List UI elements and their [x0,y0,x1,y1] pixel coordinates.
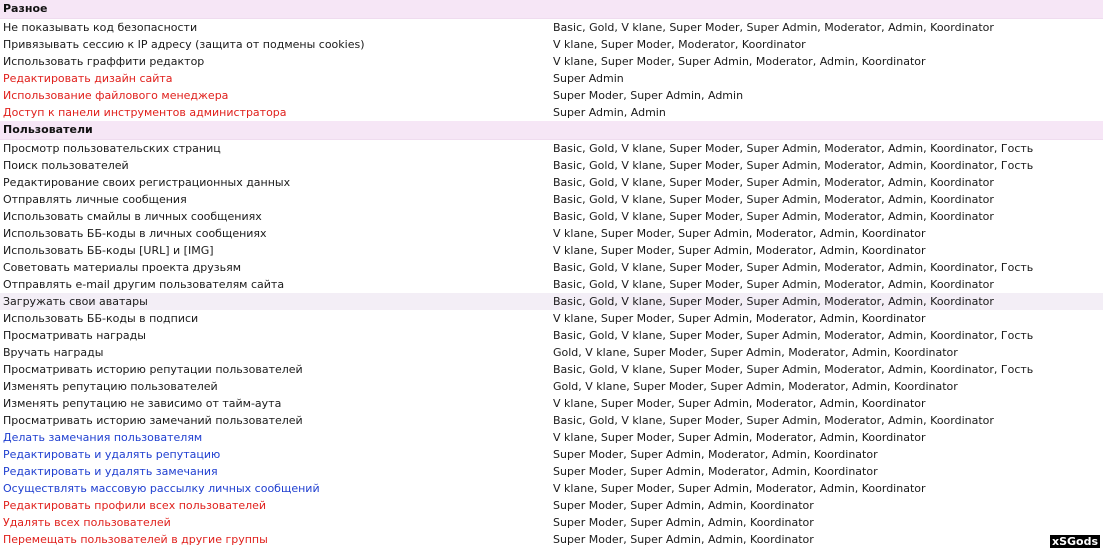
permission-label: Использовать ББ-коды в подписи [3,312,199,325]
permission-row: Отправлять e-mail другим пользователям с… [0,276,1103,293]
permission-groups: Basic, Gold, V klane, Super Moder, Super… [553,159,1034,172]
permission-groups: Basic, Gold, V klane, Super Moder, Super… [553,414,994,427]
permission-row: Осуществлять массовую рассылку личных со… [0,480,1103,497]
permission-groups: Super Moder, Super Admin, Admin [553,89,744,102]
permission-row: Советовать материалы проекта друзьям Basi… [0,259,1103,276]
permission-groups: V klane, Super Moder, Super Admin, Moder… [553,431,926,444]
permission-groups: Basic, Gold, V klane, Super Moder, Super… [553,142,1034,155]
permission-groups: Basic, Gold, V klane, Super Moder, Super… [553,295,994,308]
permission-groups: V klane, Super Moder, Super Admin, Moder… [553,244,926,257]
permission-row: Редактировать и удалять замечания Super M… [0,463,1103,480]
permission-groups: Basic, Gold, V klane, Super Moder, Super… [553,193,994,206]
permission-label: Использовать граффити редактор [3,55,205,68]
permission-label: Осуществлять массовую рассылку личных со… [3,482,320,495]
permission-row: Не показывать код безопасности Basic, Gol… [0,19,1103,36]
permission-groups: Super Moder, Super Admin, Admin, Koordin… [553,499,814,512]
permission-groups: Super Admin, Admin [553,106,666,119]
permission-label: Загружать свои аватары [3,295,148,308]
permission-label: Просматривать награды [3,329,146,342]
section-header: Пользователи [0,121,1103,140]
permission-row: Редактировать профили всех пользователей… [0,497,1103,514]
permission-row: Изменять репутацию не зависимо от тайм-а… [0,395,1103,412]
permission-row: Просматривать историю замечаний пользова… [0,412,1103,429]
permission-groups: V klane, Super Moder, Moderator, Koordin… [553,38,806,51]
permission-groups: Basic, Gold, V klane, Super Moder, Super… [553,363,1034,376]
permission-label: Не показывать код безопасности [3,21,198,34]
permission-label: Редактировать профили всех пользователей [3,499,267,512]
permission-label: Просматривать историю замечаний пользова… [3,414,303,427]
permission-label: Вручать награды [3,346,104,359]
permission-row: Редактировать и удалять репутацию Super M… [0,446,1103,463]
permission-label: Советовать материалы проекта друзьям [3,261,242,274]
permission-row: Привязывать сессию к IP адресу (защита о… [0,36,1103,53]
permission-label: Редактировать и удалять замечания [3,465,218,478]
permission-label: Редактировать и удалять репутацию [3,448,221,461]
permission-row: Вручать награды Gold, V klane, Super Mode… [0,344,1103,361]
permission-row: Перемещать пользователей в другие группы… [0,531,1103,548]
permission-groups: V klane, Super Moder, Super Admin, Moder… [553,482,926,495]
permission-row: Делать замечания пользователям V klane, S… [0,429,1103,446]
permission-row: Редактировать дизайн сайта Super Admin [0,70,1103,87]
permission-groups: Basic, Gold, V klane, Super Moder, Super… [553,278,994,291]
permission-groups: V klane, Super Moder, Super Admin, Moder… [553,227,926,240]
permission-groups: V klane, Super Moder, Super Admin, Moder… [553,397,926,410]
permission-groups: Super Moder, Super Admin, Moderator, Adm… [553,465,878,478]
permission-row: Просмотр пользовательских страниц Basic, … [0,140,1103,157]
permission-row: Использование файлового менеджера Super M… [0,87,1103,104]
permission-groups: Basic, Gold, V klane, Super Moder, Super… [553,210,994,223]
permission-groups: Basic, Gold, V klane, Super Moder, Super… [553,329,1034,342]
permission-groups: V klane, Super Moder, Super Admin, Moder… [553,55,926,68]
permission-label: Доступ к панели инструментов администрат… [3,106,287,119]
permission-label: Просмотр пользовательских страниц [3,142,221,155]
permissions-table: Разное Не показывать код безопасности Basi… [0,0,1103,548]
permission-row: Просматривать награды Basic, Gold, V klan… [0,327,1103,344]
permission-label: Использовать ББ-коды [URL] и [IMG] [3,244,214,257]
permission-row: Загружать свои аватары Basic, Gold, V kla… [0,293,1103,310]
permission-groups: Basic, Gold, V klane, Super Moder, Super… [553,261,1034,274]
permission-row: Просматривать историю репутации пользова… [0,361,1103,378]
permission-label: Изменять репутацию не зависимо от тайм-а… [3,397,282,410]
permission-label: Просматривать историю репутации пользова… [3,363,303,376]
permission-row: Использовать ББ-коды [URL] и [IMG] V klan… [0,242,1103,259]
permission-row: Отправлять личные сообщения Basic, Gold, … [0,191,1103,208]
permission-groups: V klane, Super Moder, Super Admin, Moder… [553,312,926,325]
watermark: xSGods [1049,535,1100,548]
permission-row: Использовать граффити редактор V klane, S… [0,53,1103,70]
permission-label: Использовать ББ-коды в личных сообщениях [3,227,267,240]
permission-label: Перемещать пользователей в другие группы [3,533,268,546]
permission-row: Использовать смайлы в личных сообщениях B… [0,208,1103,225]
permission-groups: Super Moder, Super Admin, Admin, Koordin… [553,516,814,529]
permission-label: Отправлять личные сообщения [3,193,187,206]
permission-label: Отправлять e-mail другим пользователям с… [3,278,285,291]
permission-label: Редактирование своих регистрационных дан… [3,176,291,189]
permission-label: Делать замечания пользователям [3,431,203,444]
permission-row: Редактирование своих регистрационных дан… [0,174,1103,191]
permission-row: Доступ к панели инструментов администрат… [0,104,1103,121]
permission-row: Поиск пользователей Basic, Gold, V klane,… [0,157,1103,174]
permission-row: Использовать ББ-коды в подписи V klane, S… [0,310,1103,327]
permission-groups: Basic, Gold, V klane, Super Moder, Super… [553,176,994,189]
permission-label: Использовать смайлы в личных сообщениях [3,210,262,223]
permission-groups: Super Admin [553,72,624,85]
permission-label: Изменять репутацию пользователей [3,380,218,393]
permission-label: Редактировать дизайн сайта [3,72,173,85]
permission-groups: Gold, V klane, Super Moder, Super Admin,… [553,346,958,359]
permission-label: Удалять всех пользователей [3,516,171,529]
permission-groups: Super Moder, Super Admin, Admin, Koordin… [553,533,814,546]
permission-groups: Super Moder, Super Admin, Moderator, Adm… [553,448,878,461]
permission-groups: Basic, Gold, V klane, Super Moder, Super… [553,21,994,34]
permission-label: Привязывать сессию к IP адресу (защита о… [3,38,365,51]
permission-row: Изменять репутацию пользователей Gold, V … [0,378,1103,395]
permission-groups: Gold, V klane, Super Moder, Super Admin,… [553,380,958,393]
permission-label: Поиск пользователей [3,159,129,172]
permission-row: Использовать ББ-коды в личных сообщениях… [0,225,1103,242]
permission-row: Удалять всех пользователей Super Moder, S… [0,514,1103,531]
section-header: Разное [0,0,1103,19]
permission-label: Использование файлового менеджера [3,89,229,102]
